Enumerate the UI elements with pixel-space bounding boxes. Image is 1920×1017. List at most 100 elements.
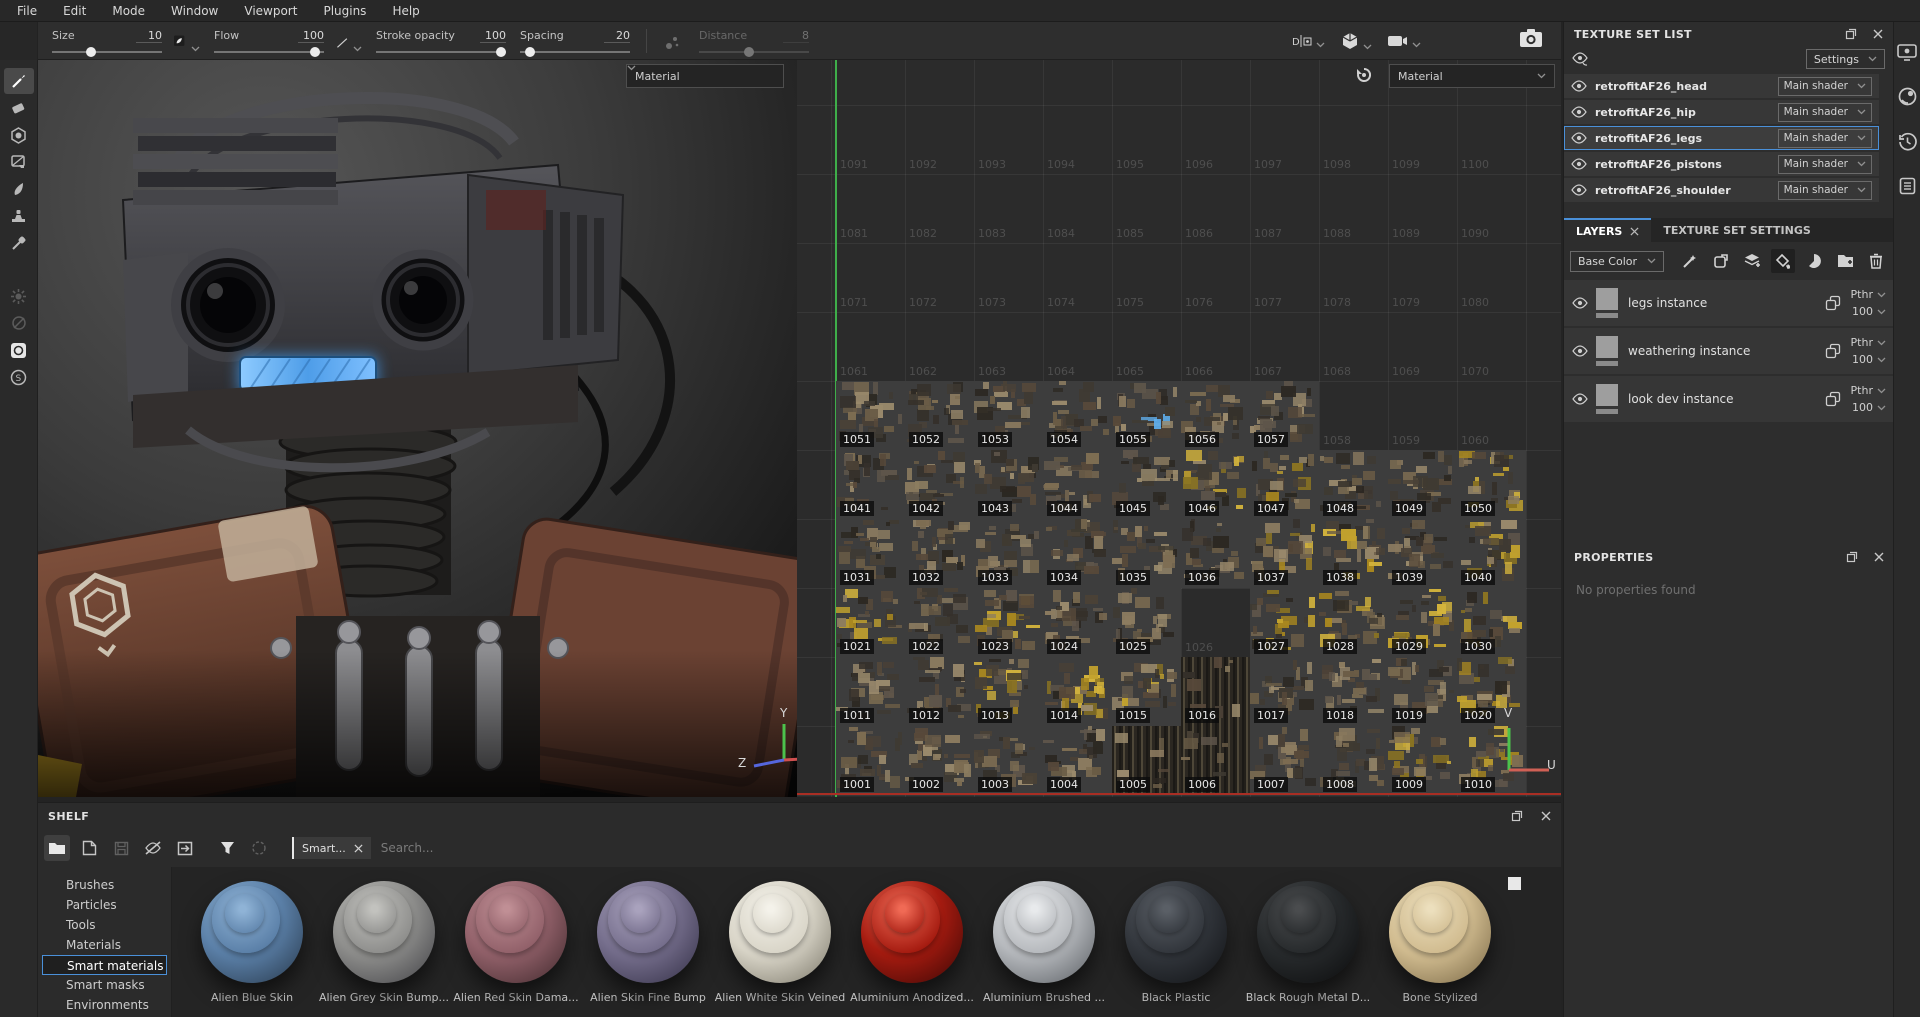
udim-tile-1094[interactable]: 1094 [1043,105,1112,174]
udim-tile-1035[interactable]: 1035 [1112,519,1181,588]
udim-tile-1003[interactable]: 1003 [974,726,1043,795]
udim-tile-1007[interactable]: 1007 [1250,726,1319,795]
slider-track[interactable] [699,51,809,53]
shelf-new-resource-icon[interactable] [76,835,102,861]
visibility-eye-icon[interactable] [1571,80,1587,92]
menu-file[interactable]: File [4,0,50,22]
udim-tile-1008[interactable]: 1008 [1319,726,1388,795]
shader-assignment-dropdown[interactable]: Main shader [1778,181,1872,200]
material-picker-tool-icon[interactable] [4,230,34,256]
settings-dropdown[interactable]: Settings [1806,49,1885,69]
texture-set-row[interactable]: retrofitAF26_legsMain shader [1564,126,1879,150]
udim-tile-1080[interactable]: 1080 [1457,243,1526,312]
close-icon[interactable] [1541,810,1551,822]
undock-icon[interactable] [1511,810,1523,822]
slider-track[interactable] [52,51,162,53]
particles-tool-icon[interactable] [4,283,34,309]
shelf-category-smart-masks[interactable]: Smart masks [38,975,171,995]
udim-tile-1025[interactable]: 1025 [1112,588,1181,657]
quick-mask-tool-icon[interactable] [4,337,34,363]
shader-assignment-dropdown[interactable]: Main shader [1778,77,1872,96]
udim-tile-1062[interactable]: 1062 [905,312,974,381]
udim-tile-1033[interactable]: 1033 [974,519,1043,588]
layer-thumbnail[interactable] [1596,288,1618,318]
layer-thumbnail[interactable] [1596,384,1618,414]
udim-tile-1016[interactable]: 1016 [1181,657,1250,726]
menu-viewport[interactable]: Viewport [231,0,310,22]
viewport-2d-uv[interactable]: 1091109210931094109510961097109810991100… [797,60,1561,797]
layer-opacity[interactable]: 100 [1852,353,1886,366]
slider-value[interactable]: 20 [604,29,630,43]
udim-tile-1058[interactable]: 1058 [1319,381,1388,450]
udim-tile-1034[interactable]: 1034 [1043,519,1112,588]
filter-icon[interactable] [214,835,240,861]
udim-tile-1088[interactable]: 1088 [1319,174,1388,243]
udim-tile-1011[interactable]: 1011 [836,657,905,726]
slider-flow[interactable]: Flow100 [214,29,324,53]
add-fill-layer-icon[interactable] [1771,249,1795,273]
udim-tile-1054[interactable]: 1054 [1043,381,1112,450]
slider-knob[interactable] [86,47,96,57]
udim-tile-1027[interactable]: 1027 [1250,588,1319,657]
udim-tile-1059[interactable]: 1059 [1388,381,1457,450]
udim-tile-1077[interactable]: 1077 [1250,243,1319,312]
active-filter-tag[interactable]: Smart... [292,837,371,859]
layer-row[interactable]: weathering instancePthr100 [1564,328,1894,374]
udim-tile-1061[interactable]: 1061 [836,312,905,381]
udim-tile-1053[interactable]: 1053 [974,381,1043,450]
udim-tile-1015[interactable]: 1015 [1112,657,1181,726]
shelf-folder-icon[interactable] [44,835,70,861]
slider-value[interactable]: 100 [298,29,324,43]
history-icon[interactable] [1898,132,1917,151]
udim-tile-1099[interactable]: 1099 [1388,105,1457,174]
udim-tile-1045[interactable]: 1045 [1112,450,1181,519]
udim-tile-1051[interactable]: 1051 [836,381,905,450]
brush-tip-preview-icon[interactable] [174,28,200,54]
material-item[interactable]: Alien Skin Fine Bump [582,881,714,1017]
udim-tile-1049[interactable]: 1049 [1388,450,1457,519]
shelf-hide-icon[interactable] [140,835,166,861]
menu-window[interactable]: Window [158,0,231,22]
udim-tile-1065[interactable]: 1065 [1112,312,1181,381]
shader-dropdown-3d[interactable]: Material [626,64,784,88]
udim-tile-1095[interactable]: 1095 [1112,105,1181,174]
udim-tile-1078[interactable]: 1078 [1319,243,1388,312]
close-icon[interactable] [1874,551,1884,563]
udim-tile-1002[interactable]: 1002 [905,726,974,795]
polygon-fill-tool-icon[interactable] [4,149,34,175]
split-view-icon[interactable]: D [1292,34,1325,48]
udim-tile-1081[interactable]: 1081 [836,174,905,243]
udim-tile-1076[interactable]: 1076 [1181,243,1250,312]
visibility-eye-icon[interactable] [1572,345,1588,357]
slider-value[interactable]: 10 [136,29,162,43]
menu-mode[interactable]: Mode [99,0,158,22]
slider-track[interactable] [214,51,324,53]
slider-track[interactable] [520,51,630,53]
shelf-category-smart-materials[interactable]: Smart materials [42,955,167,975]
material-item[interactable]: Black Plastic [1110,881,1242,1017]
sync-shader-icon[interactable] [1355,66,1373,84]
visibility-eye-icon[interactable] [1571,132,1587,144]
udim-tile-1014[interactable]: 1014 [1043,657,1112,726]
visibility-eye-icon[interactable] [1571,184,1587,196]
udim-tile-1017[interactable]: 1017 [1250,657,1319,726]
udim-tile-1046[interactable]: 1046 [1181,450,1250,519]
viewport-3d[interactable]: Material Y X Z [38,60,797,797]
visibility-eye-icon[interactable] [1572,297,1588,309]
stroke-path-icon[interactable] [336,28,362,54]
udim-tile-1098[interactable]: 1098 [1319,105,1388,174]
udim-tile-1044[interactable]: 1044 [1043,450,1112,519]
udim-tile-1086[interactable]: 1086 [1181,174,1250,243]
udim-tile-1005[interactable]: 1005 [1112,726,1181,795]
udim-tile-1041[interactable]: 1041 [836,450,905,519]
material-item[interactable]: Aluminium Brushed ... [978,881,1110,1017]
udim-tile-1074[interactable]: 1074 [1043,243,1112,312]
udim-tile-1036[interactable]: 1036 [1181,519,1250,588]
udim-tile-1052[interactable]: 1052 [905,381,974,450]
slider-knob[interactable] [496,47,506,57]
udim-tile-1040[interactable]: 1040 [1457,519,1526,588]
resize-handle[interactable] [1508,877,1521,890]
log-icon[interactable] [1899,177,1916,195]
udim-tile-1067[interactable]: 1067 [1250,312,1319,381]
material-item[interactable]: Alien Red Skin Dama... [450,881,582,1017]
